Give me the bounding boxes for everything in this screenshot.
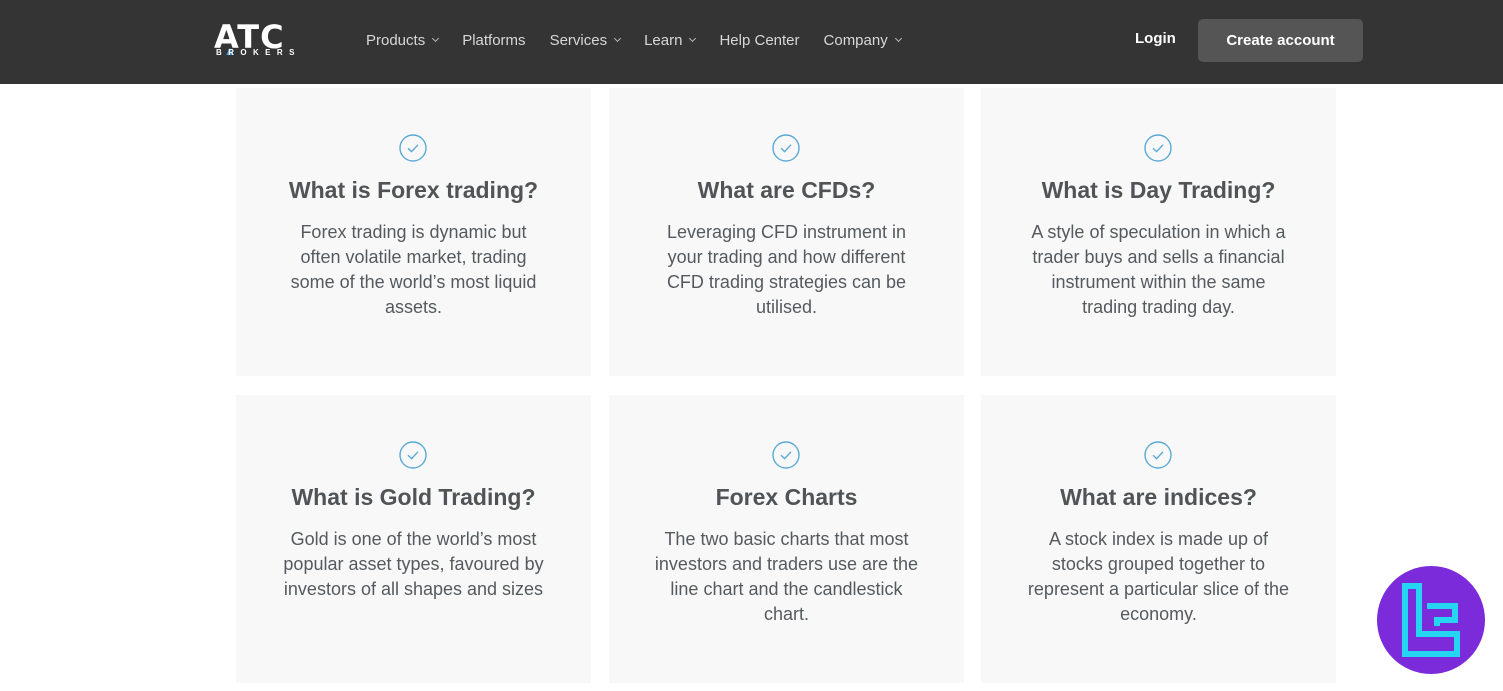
tc-logo-icon [1402, 583, 1460, 657]
login-link[interactable]: Login [1135, 30, 1176, 47]
card-description: Leveraging CFD instrument in your tradin… [666, 222, 907, 317]
nav-help-center[interactable]: Help Center [719, 32, 799, 49]
card-description: Forex trading is dynamic but often volat… [290, 222, 537, 317]
card-gold-trading[interactable]: What is Gold Trading? Gold is one of the… [236, 395, 591, 683]
chevron-down-icon [894, 34, 902, 43]
nav-company[interactable]: Company [823, 31, 902, 49]
logo-subtitle: BROKERS [216, 48, 301, 57]
watermark-badge [1377, 566, 1485, 674]
check-circle-icon [772, 441, 800, 469]
card-title: What are indices? [1060, 484, 1257, 510]
check-circle-icon [1144, 134, 1172, 162]
nav-label: Company [823, 31, 888, 49]
nav-services[interactable]: Services [549, 31, 622, 49]
card-forex-charts[interactable]: Forex Charts The two basic charts that m… [609, 395, 964, 683]
nav-label: Platforms [462, 31, 526, 49]
nav-label: Help Center [719, 31, 800, 49]
card-description: A stock index is made up of stocks group… [1027, 529, 1290, 624]
check-circle-icon [1144, 441, 1172, 469]
nav-platforms[interactable]: Platforms [462, 32, 525, 49]
check-circle-icon [399, 441, 427, 469]
nav-label: Services [549, 31, 608, 49]
main-nav: Products Platforms Services Learn Help C… [366, 30, 925, 50]
nav-learn[interactable]: Learn [644, 31, 697, 49]
site-header: ATC BROKERS Products Platforms Services … [0, 0, 1503, 84]
card-title: What is Gold Trading? [291, 484, 536, 510]
card-description: A style of speculation in which a trader… [1031, 222, 1286, 317]
chevron-down-icon [614, 34, 622, 43]
chevron-down-icon [432, 34, 440, 43]
card-title: What is Day Trading? [1041, 177, 1276, 203]
card-cfds[interactable]: What are CFDs? Leveraging CFD instrument… [609, 88, 964, 376]
atc-brokers-logo[interactable]: ATC BROKERS [214, 20, 306, 60]
card-indices[interactable]: What are indices? A stock index is made … [981, 395, 1336, 683]
create-account-button[interactable]: Create account [1198, 19, 1363, 62]
nav-label: Learn [644, 31, 683, 49]
check-circle-icon [772, 134, 800, 162]
nav-products[interactable]: Products [366, 31, 440, 49]
card-title: Forex Charts [715, 484, 858, 510]
chevron-down-icon [689, 34, 697, 43]
card-day-trading[interactable]: What is Day Trading? A style of speculat… [981, 88, 1336, 376]
check-circle-icon [399, 134, 427, 162]
nav-label: Products [366, 31, 426, 49]
card-title: What are CFDs? [697, 177, 876, 203]
card-description: The two basic charts that most investors… [654, 529, 919, 624]
card-title: What is Forex trading? [288, 177, 539, 203]
card-forex-trading[interactable]: What is Forex trading? Forex trading is … [236, 88, 591, 376]
card-description: Gold is one of the world’s most popular … [283, 529, 544, 599]
